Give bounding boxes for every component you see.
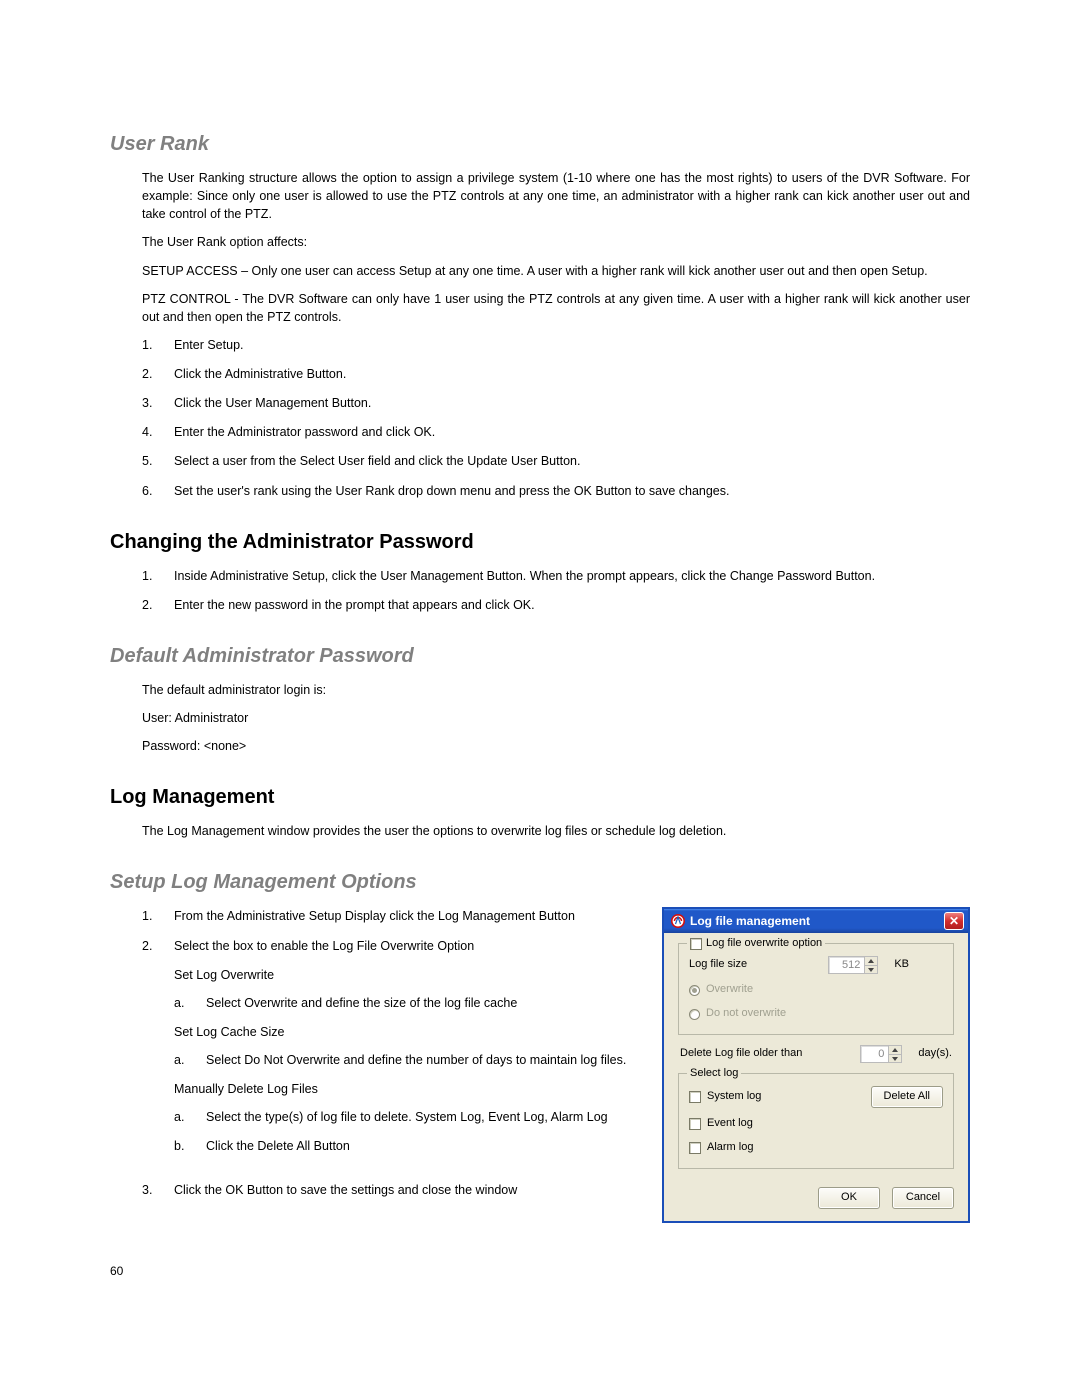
spin-down-icon[interactable]	[888, 1054, 901, 1063]
close-icon: ✕	[949, 913, 959, 930]
heading-change-password: Changing the Administrator Password	[110, 528, 970, 557]
heading-user-rank: User Rank	[110, 130, 970, 159]
spin-down-icon[interactable]	[864, 965, 877, 974]
system-log-checkbox[interactable]	[689, 1091, 701, 1103]
list-item: 3.Click the OK Button to save the settin…	[142, 1181, 644, 1199]
delete-all-button[interactable]: Delete All	[871, 1086, 943, 1108]
ok-button[interactable]: OK	[818, 1187, 880, 1209]
overwrite-option-checkbox[interactable]	[690, 938, 702, 950]
group-overwrite-option: Log file overwrite option Log file size …	[678, 943, 954, 1035]
days-value: 0	[861, 1046, 888, 1062]
label-set-overwrite: Set Log Overwrite	[174, 966, 644, 984]
list-item: 2.Click the Administrative Button.	[142, 365, 970, 383]
list-item: 6.Set the user's rank using the User Ran…	[142, 482, 970, 500]
donot-overwrite-radio[interactable]	[689, 1009, 700, 1020]
overwrite-radio[interactable]	[689, 985, 700, 996]
event-log-checkbox[interactable]	[689, 1118, 701, 1130]
list-item: 2.Select the box to enable the Log File …	[142, 937, 644, 955]
label-set-cache: Set Log Cache Size	[174, 1023, 644, 1041]
app-icon	[670, 913, 686, 929]
days-spinner[interactable]: 0	[860, 1045, 902, 1063]
list-item: 1.Enter Setup.	[142, 336, 970, 354]
list-item: 1.From the Administrative Setup Display …	[142, 907, 644, 925]
group-overwrite-label: Log file overwrite option	[706, 936, 822, 952]
log-file-size-value: 512	[829, 957, 864, 973]
list-item: a.Select Overwrite and define the size o…	[174, 994, 644, 1012]
list-item: b.Click the Delete All Button	[174, 1137, 644, 1155]
alarm-log-checkbox[interactable]	[689, 1142, 701, 1154]
heading-log-management: Log Management	[110, 783, 970, 812]
log-file-size-label: Log file size	[689, 957, 747, 973]
user-rank-p2: The User Rank option affects:	[142, 233, 970, 251]
user-rank-p3: SETUP ACCESS – Only one user can access …	[142, 262, 970, 280]
system-log-label: System log	[707, 1089, 761, 1105]
list-item: 2.Enter the new password in the prompt t…	[142, 596, 970, 614]
user-rank-p1: The User Ranking structure allows the op…	[142, 169, 970, 223]
page-number: 60	[110, 1263, 970, 1280]
label-manual-delete: Manually Delete Log Files	[174, 1080, 644, 1098]
event-log-label: Event log	[707, 1116, 753, 1132]
group-select-log-label: Select log	[690, 1066, 738, 1082]
list-item: 3.Click the User Management Button.	[142, 394, 970, 412]
user-rank-p4: PTZ CONTROL - The DVR Software can only …	[142, 290, 970, 326]
list-item: 4.Enter the Administrator password and c…	[142, 423, 970, 441]
list-item: 1.Inside Administrative Setup, click the…	[142, 567, 970, 585]
delete-older-label: Delete Log file older than	[680, 1046, 802, 1062]
alarm-log-label: Alarm log	[707, 1140, 753, 1156]
default-login-user: User: Administrator	[142, 709, 970, 727]
kb-label: KB	[894, 957, 909, 973]
log-mgmt-desc: The Log Management window provides the u…	[142, 822, 970, 840]
spin-up-icon[interactable]	[888, 1046, 901, 1054]
spin-up-icon[interactable]	[864, 957, 877, 965]
close-button[interactable]: ✕	[944, 912, 964, 930]
overwrite-label: Overwrite	[706, 982, 753, 998]
default-login-pass: Password: <none>	[142, 737, 970, 755]
default-login-intro: The default administrator login is:	[142, 681, 970, 699]
list-item: a.Select Do Not Overwrite and define the…	[174, 1051, 644, 1069]
list-item: a.Select the type(s) of log file to dele…	[174, 1108, 644, 1126]
heading-default-password: Default Administrator Password	[110, 642, 970, 671]
dialog-title: Log file management	[690, 913, 944, 930]
donot-overwrite-label: Do not overwrite	[706, 1006, 786, 1022]
heading-setup-log: Setup Log Management Options	[110, 868, 970, 897]
log-file-size-spinner[interactable]: 512	[828, 956, 878, 974]
cancel-button[interactable]: Cancel	[892, 1187, 954, 1209]
dialog-titlebar[interactable]: Log file management ✕	[664, 909, 968, 933]
log-file-management-dialog: Log file management ✕ Log file overwrite…	[662, 907, 970, 1223]
group-select-log: Select log System log Delete All Event l…	[678, 1073, 954, 1169]
days-label: day(s).	[918, 1046, 952, 1062]
list-item: 5.Select a user from the Select User fie…	[142, 452, 970, 470]
